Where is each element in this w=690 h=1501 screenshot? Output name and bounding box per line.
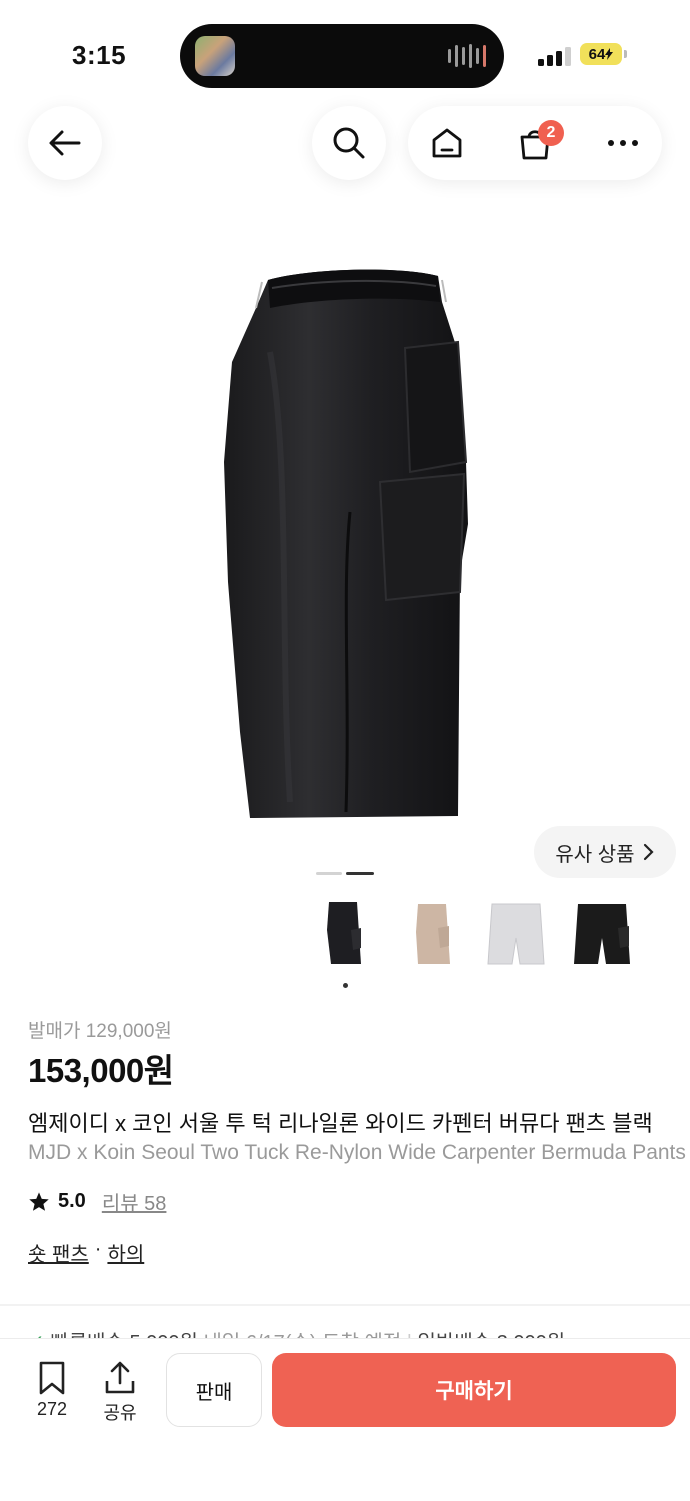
thumbnail-black-shorts[interactable] xyxy=(314,896,374,974)
rating-row: 5.0 리뷰 58 xyxy=(28,1187,166,1216)
thumbnail-image xyxy=(487,903,545,965)
thumbnail-image xyxy=(327,902,361,964)
sell-button[interactable]: 판매 xyxy=(166,1353,262,1427)
buy-button[interactable]: 구매하기 xyxy=(272,1353,676,1427)
thumbnail-image xyxy=(416,904,450,964)
product-title-korean: 엠제이디 x 코인 서울 투 턱 리나일론 와이드 카펜터 버뮤다 팬츠 블랙 xyxy=(28,1111,653,1136)
battery-cap xyxy=(624,50,627,58)
share-icon xyxy=(105,1361,135,1394)
share-button[interactable]: 공유 xyxy=(90,1361,150,1425)
top-nav-group: 2 xyxy=(408,106,662,180)
now-playing-artwork xyxy=(195,36,235,76)
breadcrumb: 숏 팬츠 · 하의 xyxy=(28,1238,144,1267)
battery-level: 64 xyxy=(588,45,606,63)
dynamic-island[interactable] xyxy=(180,24,504,88)
rating-score: 5.0 xyxy=(58,1190,86,1212)
share-label: 공유 xyxy=(103,1403,137,1423)
battery-icon: 64 xyxy=(580,43,622,65)
status-time: 3:15 xyxy=(72,40,127,70)
category-short-pants[interactable]: 숏 팬츠 xyxy=(28,1238,89,1267)
back-arrow-icon xyxy=(49,130,81,156)
product-title-english: MJD x Koin Seoul Two Tuck Re-Nylon Wide … xyxy=(28,1141,690,1164)
back-button[interactable] xyxy=(28,106,102,180)
charging-bolt-icon xyxy=(605,48,614,60)
similar-products-button[interactable]: 유사 상품 xyxy=(534,826,676,878)
pager-dot xyxy=(316,872,342,875)
star-icon xyxy=(29,1191,49,1211)
more-icon xyxy=(608,140,638,146)
divider xyxy=(0,1304,690,1306)
release-price: 발매가 129,000원 xyxy=(28,1021,172,1042)
pager-dot-active xyxy=(346,872,374,875)
bookmark-icon xyxy=(39,1361,65,1395)
bookmark-button[interactable]: 272 xyxy=(22,1361,82,1420)
category-separator: · xyxy=(94,1238,102,1260)
thumbnail-light-gray-shorts[interactable] xyxy=(486,896,546,974)
cellular-signal-icon xyxy=(538,44,572,66)
category-bottoms[interactable]: 하의 xyxy=(107,1238,144,1267)
review-link[interactable]: 리뷰 58 xyxy=(102,1187,167,1216)
chevron-right-icon xyxy=(643,843,654,861)
thumbnail-black-wide-shorts[interactable] xyxy=(572,896,632,974)
current-price: 153,000원 xyxy=(28,1052,174,1089)
thumbnail-beige-shorts[interactable] xyxy=(402,896,462,974)
more-button[interactable] xyxy=(588,106,658,180)
home-icon xyxy=(432,128,462,158)
bookmark-count: 272 xyxy=(36,1399,68,1419)
cart-button[interactable]: 2 xyxy=(500,106,570,180)
bottom-action-bar: 272 공유 판매 구매하기 xyxy=(0,1338,690,1501)
audio-waveform-icon xyxy=(448,42,486,70)
thumbnail-image xyxy=(574,904,630,964)
thumbnail-selected-dot xyxy=(343,983,348,988)
search-icon xyxy=(333,127,365,159)
cart-count-badge: 2 xyxy=(538,120,564,146)
image-pager xyxy=(316,872,376,876)
similar-products-label: 유사 상품 xyxy=(555,843,635,866)
home-button[interactable] xyxy=(412,106,482,180)
search-button[interactable] xyxy=(312,106,386,180)
product-image[interactable] xyxy=(210,262,482,822)
